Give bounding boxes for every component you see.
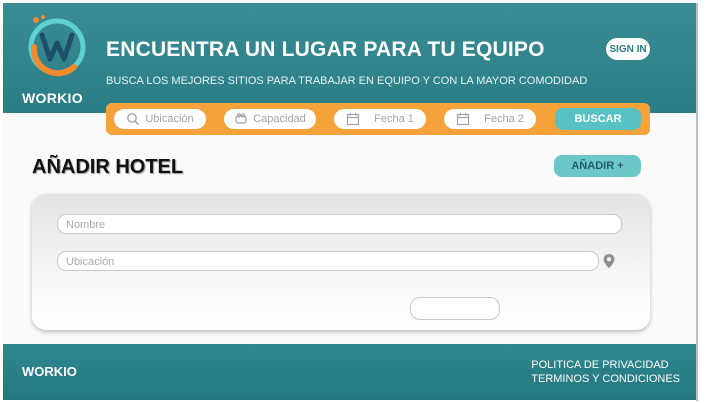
footer-links: POLITICA DE PRIVACIDAD TERMINOS Y CONDIC… [531, 358, 680, 386]
section-title: AÑADIR HOTEL [32, 156, 184, 178]
page-headline: ENCUENTRA UN LUGAR PARA TU EQUIPO [106, 38, 545, 61]
capacity-icon [235, 113, 247, 124]
date2-field[interactable]: Fecha 2 [444, 109, 536, 129]
add-hotel-form: Nombre Ubicación [32, 194, 650, 330]
name-field[interactable]: Nombre [57, 214, 622, 234]
search-icon [127, 113, 140, 125]
privacy-policy-link[interactable]: POLITICA DE PRIVACIDAD [531, 358, 680, 372]
capacity-placeholder: Capacidad [253, 113, 306, 125]
submit-button[interactable] [410, 297, 500, 320]
footer-brand: WORKIO [22, 364, 77, 379]
brand-name: WORKIO [22, 90, 83, 106]
date1-placeholder: Fecha 1 [374, 113, 414, 125]
date2-placeholder: Fecha 2 [484, 113, 524, 125]
search-button[interactable]: BUSCAR [555, 108, 641, 130]
location-pin-icon[interactable] [602, 253, 616, 269]
add-hotel-button[interactable]: AÑADIR + [554, 155, 641, 177]
page: WORKIO ENCUENTRA UN LUGAR PARA TU EQUIPO… [3, 3, 696, 400]
date1-field[interactable]: Fecha 1 [334, 109, 426, 129]
terms-link[interactable]: TERMINOS Y CONDICIONES [531, 372, 680, 386]
location-search-field[interactable]: Ubicación [114, 109, 206, 129]
search-bar: Ubicación Capacidad Fecha 1 Fecha 2 BUSC… [106, 103, 650, 135]
location-field[interactable]: Ubicación [57, 251, 599, 271]
capacity-field[interactable]: Capacidad [224, 109, 316, 129]
calendar-icon [347, 113, 360, 126]
calendar-icon [457, 113, 470, 126]
header: WORKIO ENCUENTRA UN LUGAR PARA TU EQUIPO… [3, 3, 696, 113]
page-subheadline: BUSCA LOS MEJORES SITIOS PARA TRABAJAR E… [106, 75, 588, 87]
workio-logo[interactable] [22, 11, 86, 81]
app-frame: WORKIO ENCUENTRA UN LUGAR PARA TU EQUIPO… [0, 0, 712, 403]
location-search-placeholder: Ubicación [145, 113, 194, 125]
sign-in-button[interactable]: SIGN IN [606, 38, 650, 60]
scrollbar[interactable] [696, 3, 698, 401]
footer: WORKIO POLITICA DE PRIVACIDAD TERMINOS Y… [3, 344, 696, 400]
